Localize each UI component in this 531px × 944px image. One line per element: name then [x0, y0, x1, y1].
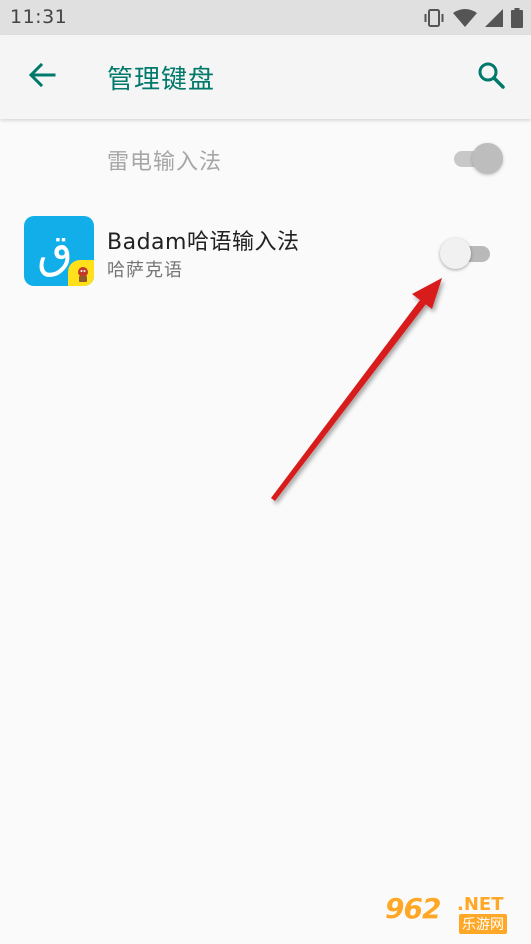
back-button[interactable] [18, 53, 66, 101]
toggle-thumb [472, 143, 503, 174]
page-title: 管理键盘 [107, 65, 216, 95]
status-icons [423, 6, 523, 30]
search-button[interactable] [467, 53, 515, 101]
status-bar: 11:31 [0, 0, 531, 35]
mascot-badge-icon [68, 260, 94, 286]
watermark-suffix: .NET [457, 894, 504, 915]
search-icon [477, 61, 505, 93]
cell-signal-icon [485, 9, 503, 27]
toggle-thumb [440, 238, 471, 269]
badam-app-icon: ق [24, 216, 94, 286]
watermark-number: 962 [385, 892, 441, 925]
app-bar: 管理键盘 [0, 35, 531, 119]
keyboard-item-leidian: 雷电输入法 [0, 125, 531, 193]
keyboard-toggle-leidian[interactable] [452, 143, 503, 175]
wifi-icon [453, 9, 477, 27]
watermark-label: 乐游网 [459, 914, 507, 934]
battery-icon [511, 8, 523, 28]
keyboard-item-badam[interactable]: ق Badam哈语输入法 哈萨克语 [0, 205, 531, 295]
status-time: 11:31 [10, 6, 68, 28]
vibrate-icon [423, 8, 445, 28]
arrow-left-icon [28, 61, 56, 93]
keyboard-label: 雷电输入法 [107, 150, 223, 175]
keyboard-sublabel: 哈萨克语 [107, 260, 183, 281]
keyboard-toggle-badam[interactable] [440, 238, 492, 270]
keyboard-label: Badam哈语输入法 [107, 230, 300, 255]
site-watermark: 962 .NET 乐游网 [385, 892, 525, 938]
